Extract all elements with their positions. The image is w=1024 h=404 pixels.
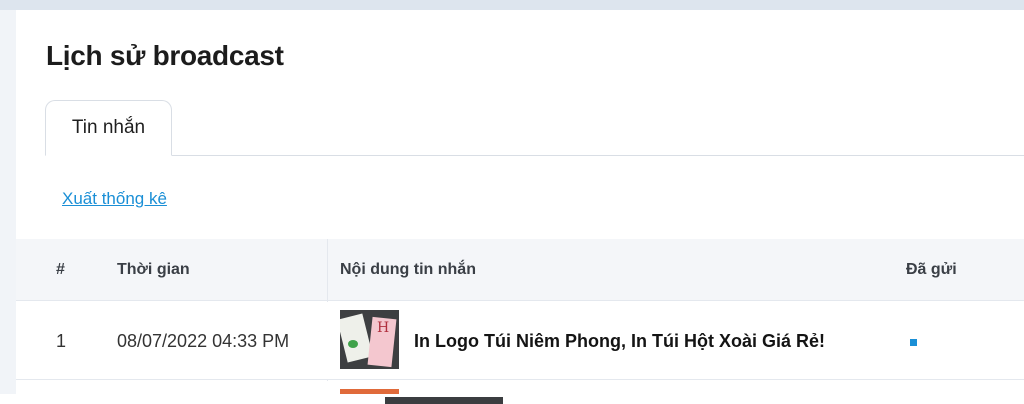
row-time: 08/07/2022 04:33 PM [117, 330, 290, 351]
product-image-icon: H [340, 310, 399, 369]
table-row-partial [16, 381, 1024, 394]
left-gutter [0, 10, 16, 404]
export-statistics-link[interactable]: Xuất thống kê [62, 189, 167, 209]
column-header-index: # [56, 261, 65, 278]
row-index: 1 [56, 330, 67, 351]
top-bar [0, 0, 1024, 10]
row-message-content[interactable]: In Logo Túi Niêm Phong, In Túi Hột Xoài … [414, 302, 825, 380]
column-header-time: Thời gian [117, 261, 190, 278]
page-title: Lịch sử broadcast [46, 40, 284, 71]
table-header: # Thời gian Nội dung tin nhắn Đã gửi [16, 239, 1024, 301]
column-header-content: Nội dung tin nhắn [340, 261, 476, 278]
broadcast-history-panel: Lịch sử broadcast Tin nhắn Xuất thống kê… [16, 10, 1024, 394]
sent-status-icon [910, 339, 917, 346]
image-preview-partial [385, 397, 503, 404]
tabs-divider [45, 155, 1024, 156]
column-header-sent: Đã gửi [906, 261, 957, 278]
bottom-overlay [0, 394, 1024, 404]
tab-messages[interactable]: Tin nhắn [45, 100, 172, 156]
